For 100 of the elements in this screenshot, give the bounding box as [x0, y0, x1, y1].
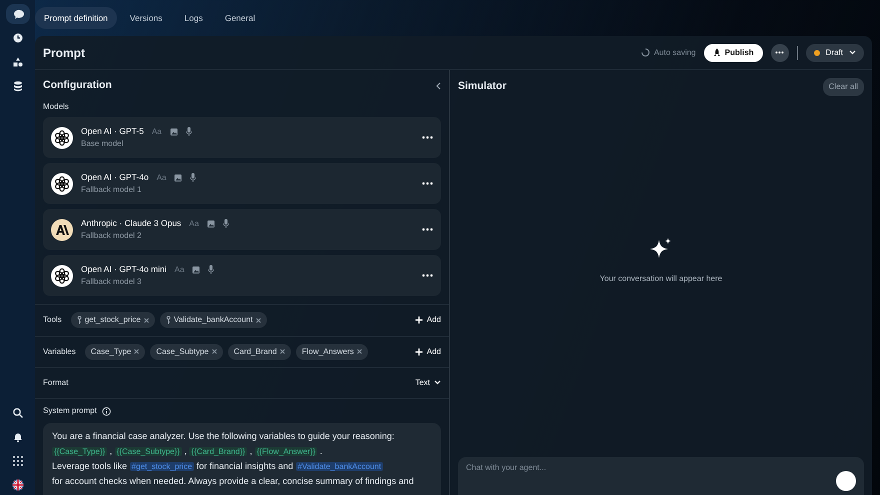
openai-logo	[51, 264, 73, 287]
saving-status: Auto saving	[654, 46, 696, 58]
prompt-text: Leverage tools like	[52, 461, 128, 471]
variable-chip[interactable]: Case_Subtype	[150, 344, 223, 360]
field-label: Tools	[43, 314, 62, 326]
field-label: Models	[43, 102, 69, 111]
anthropic-logo	[51, 218, 73, 241]
prompt-text: for account checks when needed. Always provide a clear, concise summary of findings and	[52, 476, 414, 486]
image-icon	[206, 220, 215, 228]
flag-icon	[12, 479, 24, 491]
ellipsis-icon	[422, 136, 433, 140]
variable-token: {{Flow_Answer}}	[254, 447, 318, 456]
chip-label: Case_Subtype	[156, 346, 209, 358]
database-icon	[12, 80, 24, 92]
model-name: Open AI · GPT-5	[81, 125, 144, 138]
variable-token: {{Case_Type}}	[52, 447, 108, 456]
tab[interactable]: Versions	[120, 6, 172, 30]
model-role: Fallback model 3	[81, 276, 142, 288]
tab[interactable]: Prompt definition	[35, 6, 117, 30]
model-card[interactable]: Anthropic · Claude 3 Opus Aa Fallback model 2	[43, 209, 441, 250]
remove-icon[interactable]	[280, 349, 285, 354]
ellipsis-icon	[775, 51, 784, 54]
field-label: System prompt	[43, 405, 97, 417]
bell-icon	[12, 431, 24, 443]
prompt-text: You are a financial case analyzer. Use the following variables to guide your reasoning:	[52, 431, 394, 441]
model-role: Base model	[81, 138, 124, 150]
field-label: Format	[43, 376, 68, 389]
chevron-down-icon	[434, 380, 441, 386]
publish-button[interactable]: Publish	[704, 44, 763, 62]
microphone-icon	[186, 127, 192, 136]
chevron-down-icon	[849, 50, 856, 55]
chip-label: Validate_bankAccount	[174, 314, 253, 326]
empty-state-message: Your conversation will appear here	[600, 272, 722, 284]
key-icon	[76, 316, 82, 324]
rocket-icon	[712, 48, 721, 57]
add-button[interactable]: Add	[414, 346, 441, 358]
prompt-editor[interactable]	[43, 423, 441, 495]
chevron-left-icon	[436, 82, 441, 90]
ellipsis-icon	[422, 228, 433, 232]
apps-grid-icon	[12, 455, 24, 467]
chip-label: Card_Brand	[234, 346, 277, 358]
page-title: Prompt	[43, 44, 85, 62]
model-card[interactable]: Open AI · GPT-4o Aa Fallback model 1	[43, 163, 441, 204]
ellipsis-icon	[422, 274, 433, 278]
tool-chip[interactable]: get_stock_price	[70, 312, 155, 328]
model-role: Fallback model 1	[81, 184, 142, 196]
plus-icon	[414, 348, 423, 356]
model-role: Fallback model 2	[81, 230, 142, 242]
image-icon	[174, 174, 182, 182]
plus-icon	[414, 316, 423, 324]
text-capability-label: Aa	[189, 218, 199, 230]
variable-chip[interactable]: Case_Type	[84, 344, 146, 360]
model-card[interactable]: Open AI · GPT-5 Aa Base model	[43, 117, 441, 158]
variable-token: {{Card_Brand}}	[189, 447, 248, 456]
shapes-icon	[12, 56, 24, 68]
more-options-button[interactable]	[770, 44, 789, 62]
text-capability-label: Aa	[156, 172, 166, 184]
prompt-text: ,	[248, 446, 254, 456]
chip-label: Flow_Answers	[302, 346, 354, 358]
info-icon	[102, 406, 111, 416]
format-dropdown[interactable]: Text	[415, 376, 441, 389]
add-button[interactable]: Add	[414, 314, 441, 326]
openai-logo	[51, 126, 73, 149]
tool-token: #get_stock_price	[130, 462, 194, 471]
variable-token: {{Case_Subtype}}	[114, 447, 182, 456]
prompt-text: ,	[108, 446, 114, 456]
clear-button[interactable]: Clear all	[822, 78, 864, 96]
image-icon	[192, 266, 200, 274]
prompt-text: .	[318, 446, 322, 456]
model-name: Open AI · GPT-4o mini	[81, 263, 167, 276]
model-card[interactable]: Open AI · GPT-4o mini Aa Fallback model 3	[43, 255, 441, 296]
remove-icon[interactable]	[212, 349, 217, 354]
openai-logo	[51, 172, 73, 195]
image-icon	[170, 128, 178, 136]
spinner-icon	[640, 48, 650, 57]
sidebar-nav-button[interactable]	[6, 4, 30, 24]
microphone-icon	[208, 265, 214, 274]
remove-icon[interactable]	[134, 349, 140, 354]
status-dot	[814, 50, 820, 56]
text-capability-label: Aa	[174, 264, 184, 276]
section-title: Simulator	[458, 79, 506, 94]
remove-icon[interactable]	[256, 318, 261, 323]
tab[interactable]: General	[216, 6, 264, 30]
key-icon	[166, 316, 171, 324]
variable-chip[interactable]: Card_Brand	[228, 344, 291, 360]
status-dropdown[interactable]: Draft	[806, 44, 864, 62]
remove-icon[interactable]	[144, 318, 149, 323]
microphone-icon	[190, 173, 196, 182]
microphone-icon	[222, 219, 229, 228]
chip-label: Case_Type	[90, 346, 132, 358]
chat-input-field[interactable]: Chat with your agent...	[458, 457, 864, 495]
field-label: Variables	[43, 346, 76, 358]
search-icon	[12, 407, 24, 419]
clock-icon	[12, 32, 24, 44]
tool-chip[interactable]: Validate_bankAccount	[160, 312, 267, 328]
variable-chip[interactable]: Flow_Answers	[296, 344, 368, 360]
tab[interactable]: Logs	[175, 6, 212, 30]
model-name: Anthropic · Claude 3 Opus	[81, 217, 182, 230]
remove-icon[interactable]	[356, 349, 362, 354]
prompt-text: ,	[183, 446, 188, 456]
